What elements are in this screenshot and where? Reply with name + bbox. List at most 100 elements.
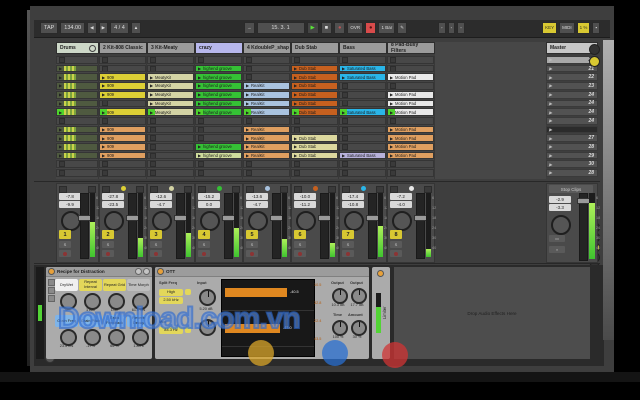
clip-slot[interactable]: ▶ highend groove: [195, 82, 242, 90]
clip-slot[interactable]: [99, 99, 146, 108]
scene-launch-icon[interactable]: ▶: [549, 136, 552, 141]
clip-slot[interactable]: ▶ 909: [99, 143, 146, 151]
clip-slot[interactable]: ▶: [56, 151, 98, 160]
clip-slot[interactable]: ▶ Motion Pad: [387, 125, 434, 134]
clip[interactable]: ▶ 909: [100, 152, 145, 159]
scene-slot[interactable]: ▶ 24: [546, 99, 598, 108]
preview-headphone-button[interactable]: ∩: [549, 246, 565, 253]
arm-button[interactable]: [59, 250, 71, 257]
clip-slot[interactable]: ▶ Dub Stab: [291, 73, 338, 82]
scene-slot[interactable]: ▶ 27: [546, 134, 598, 143]
clip-slot[interactable]: [387, 116, 434, 125]
clip-slot[interactable]: ▶ 909: [99, 90, 146, 99]
clip-slot[interactable]: [243, 64, 290, 73]
clip-slot[interactable]: ▶ Motion Pad: [387, 134, 434, 143]
clip[interactable]: ▶: [57, 83, 97, 89]
macro-label-chip[interactable]: Time Morph: [127, 279, 150, 291]
group-fold-icon[interactable]: [89, 44, 96, 52]
scene-slot[interactable]: ▶: [546, 125, 598, 134]
clip-slot[interactable]: ▶ Dub Stab: [291, 134, 338, 143]
record-button[interactable]: ●: [334, 22, 346, 34]
clip-launch-icon[interactable]: ▶: [388, 74, 395, 80]
clip-launch-icon[interactable]: ▶: [100, 83, 107, 89]
clip[interactable]: ▶ Motion Pad: [388, 74, 433, 81]
clip[interactable]: ▶ 909: [100, 126, 145, 133]
clip[interactable]: ▶: [57, 135, 97, 142]
track-activator-button[interactable]: 1: [59, 230, 71, 239]
clip-slot[interactable]: ▶ 909: [99, 151, 146, 160]
clip-slot[interactable]: [147, 169, 194, 177]
scene-launch-icon[interactable]: ▶: [549, 162, 552, 167]
track-activator-button[interactable]: 5: [246, 230, 258, 239]
nudge-up-button[interactable]: ▶: [98, 22, 109, 34]
clip-slot[interactable]: ▶ Motion Pad: [387, 99, 434, 108]
clip-launch-icon[interactable]: ▶: [340, 153, 347, 159]
clip-slot[interactable]: ▶ highend groove: [195, 99, 242, 108]
clip-launch-icon[interactable]: ▶: [148, 101, 155, 107]
clip[interactable]: ▶ 909: [100, 91, 145, 98]
clip-launch-icon[interactable]: ▶: [100, 92, 107, 98]
clip-launch-icon[interactable]: ▶: [100, 135, 107, 141]
clip-slot[interactable]: ▶ RealKit: [243, 143, 290, 151]
clip-slot[interactable]: ▶ Saturated Bass: [339, 64, 386, 73]
clip-launch-icon[interactable]: ▶: [148, 83, 155, 89]
clip-launch-icon[interactable]: ▶: [244, 135, 251, 141]
time-signature-field[interactable]: 4 / 4: [110, 22, 129, 34]
clip[interactable]: ▶ 909: [100, 109, 145, 115]
io-section-toggle[interactable]: [589, 44, 600, 55]
scene-launch-icon[interactable]: ▶: [549, 101, 552, 106]
clip-slot[interactable]: ▶ Dub Stab: [291, 99, 338, 108]
pan-knob[interactable]: [152, 211, 172, 231]
clip[interactable]: ▶ MeatyKit: [148, 100, 193, 107]
clip-slot[interactable]: ▶ MeatyKit: [147, 99, 194, 108]
clip-slot[interactable]: ▶ RealKit: [243, 125, 290, 134]
clip-slot[interactable]: ▶: [56, 90, 98, 99]
track-header-5[interactable]: 4 KdoubleP_shap: [243, 42, 291, 54]
clip-launch-icon[interactable]: ▶: [388, 101, 395, 107]
clip-slot[interactable]: [339, 116, 386, 125]
scene-slot[interactable]: ▶ 24: [546, 116, 598, 125]
clip-launch-icon[interactable]: ▶: [244, 83, 251, 89]
clip[interactable]: ▶ highend groove: [196, 91, 241, 98]
clip-slot[interactable]: [387, 82, 434, 90]
clip-slot[interactable]: [339, 169, 386, 177]
clip-launch-icon[interactable]: ▶: [196, 144, 203, 150]
arm-button[interactable]: [294, 250, 306, 257]
clip-slot[interactable]: ▶ Motion Pad: [387, 143, 434, 151]
high-solo-toggle[interactable]: [185, 289, 191, 295]
clip-slot[interactable]: ▶ Motion Pad: [387, 151, 434, 160]
clip[interactable]: ▶ RealKit: [244, 100, 289, 107]
clip-slot[interactable]: ▶ Motion Pad: [387, 73, 434, 82]
clip-slot[interactable]: [291, 116, 338, 125]
volume-value[interactable]: -9.9: [59, 201, 81, 208]
solo-button[interactable]: S: [198, 241, 210, 248]
solo-button[interactable]: S: [294, 241, 306, 248]
clip-slot[interactable]: [147, 64, 194, 73]
clip[interactable]: ▶ Saturated Bass: [340, 65, 385, 72]
clip-launch-icon[interactable]: ▶: [57, 135, 64, 141]
scene-slot[interactable]: ▶ 28: [546, 169, 598, 177]
clip-launch-icon[interactable]: ▶: [57, 101, 64, 107]
clip[interactable]: ▶: [57, 144, 97, 150]
scene-slot[interactable]: ▶ 30: [546, 160, 598, 169]
clip-slot[interactable]: [243, 116, 290, 125]
clip-slot[interactable]: [243, 169, 290, 177]
capture-button[interactable]: ◦: [457, 22, 465, 34]
clip[interactable]: ▶ Saturated Bass: [340, 74, 385, 81]
macro-label-chip[interactable]: Repeat Grid: [103, 279, 126, 291]
clip[interactable]: ▶ Saturated Bass: [340, 152, 385, 159]
solo-button[interactable]: S: [102, 241, 114, 248]
scene-slot[interactable]: ▶ 22: [546, 73, 598, 82]
arm-button[interactable]: [390, 250, 402, 257]
clip-playing-icon[interactable]: ▶: [196, 109, 203, 115]
pan-knob[interactable]: [344, 211, 364, 231]
clip[interactable]: ▶: [57, 65, 97, 72]
clip-playing-icon[interactable]: ▶: [100, 109, 107, 115]
clip[interactable]: ▶ Motion Pad: [388, 152, 433, 159]
macro-label-chip[interactable]: Grain Freq: [55, 315, 78, 327]
clip[interactable]: ▶ Saturated Bass: [340, 109, 385, 115]
pan-knob[interactable]: [392, 211, 412, 231]
macro-label-chip[interactable]: Repeat Interval: [79, 279, 102, 291]
clip[interactable]: ▶ Motion Pad: [388, 109, 433, 115]
volume-fader[interactable]: [80, 193, 89, 259]
